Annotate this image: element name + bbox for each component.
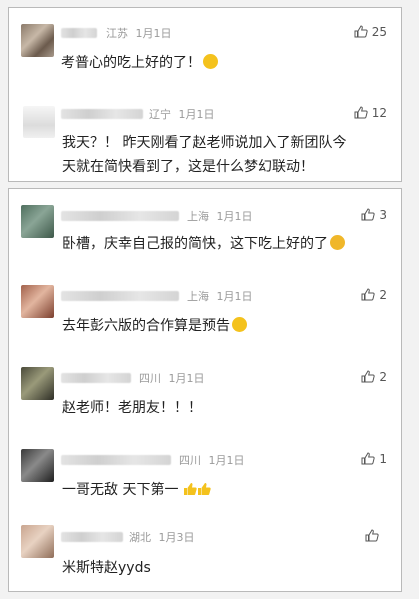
date: 1月1日 (168, 372, 205, 385)
thumbs-up-outline-icon (354, 25, 368, 38)
avatar[interactable] (21, 367, 54, 400)
like-count: 12 (371, 106, 387, 120)
like-button[interactable]: 1 (361, 452, 387, 466)
smirking-emoji-icon (232, 317, 247, 332)
thumbs-up-outline-icon (361, 370, 376, 383)
comment-meta: 上海 1月1日 (187, 288, 253, 304)
avatar[interactable] (21, 205, 54, 238)
comment-text: 赵老师！老朋友！！！ (62, 400, 202, 416)
comment-text: 去年彭六版的合作算是预告 (62, 315, 247, 335)
date: 1月1日 (208, 454, 245, 467)
avatar[interactable] (21, 449, 54, 482)
comment-item: 江苏 1月1日 25 考普心的吃上好的了！ (9, 8, 401, 88)
comment-item: 湖北 1月3日 米斯特赵yyds (9, 517, 401, 593)
date: 1月1日 (216, 290, 253, 303)
comment-item: 上海 1月1日 3 卧槽，庆幸自己报的简快，这下吃上好的了 (9, 189, 401, 271)
like-button[interactable]: 3 (361, 208, 387, 222)
avatar[interactable] (21, 285, 54, 318)
location: 辽宁 (149, 108, 171, 121)
comment-text-line: 我天？！ 昨天刚看了赵老师说加入了新团队今 (62, 135, 347, 151)
username[interactable] (61, 291, 179, 301)
date: 1月3日 (158, 531, 195, 544)
username[interactable] (61, 373, 131, 383)
username[interactable] (61, 455, 171, 465)
username[interactable] (61, 211, 179, 221)
comment-panel-top: 江苏 1月1日 25 考普心的吃上好的了！ 辽宁 1月1日 12 我天？！ 昨天… (8, 7, 402, 182)
comment-item: 上海 1月1日 2 去年彭六版的合作算是预告 (9, 271, 401, 353)
date: 1月1日 (178, 108, 215, 121)
thumbs-up-emoji-icon (183, 483, 197, 495)
avatar[interactable] (21, 525, 54, 558)
like-button[interactable]: 12 (354, 106, 387, 120)
like-button[interactable]: 2 (361, 288, 387, 302)
comment-item: 四川 1月1日 2 赵老师！老朋友！！！ (9, 353, 401, 435)
thumbs-up-emoji-icon (197, 483, 211, 495)
location: 四川 (179, 454, 201, 467)
like-button[interactable]: 2 (361, 370, 387, 384)
like-count: 3 (379, 208, 387, 222)
location: 江苏 (106, 27, 128, 40)
thumbs-up-outline-icon (361, 452, 376, 465)
comment-meta: 上海 1月1日 (187, 208, 253, 224)
like-count: 2 (379, 288, 387, 302)
thumbs-up-outline-icon (361, 288, 376, 301)
like-count: 25 (371, 25, 387, 39)
date: 1月1日 (135, 27, 172, 40)
comment-item: 辽宁 1月1日 12 我天？！ 昨天刚看了赵老师说加入了新团队今 天就在简快看到… (9, 88, 401, 183)
comment-text: 米斯特赵yyds (62, 560, 151, 576)
grinning-cat-emoji-icon (330, 235, 345, 250)
comment-meta: 湖北 1月3日 (129, 529, 195, 545)
comment-panel-bottom: 上海 1月1日 3 卧槽，庆幸自己报的简快，这下吃上好的了 上海 1月1日 2 … (8, 188, 402, 592)
username[interactable] (61, 532, 123, 542)
comment-meta: 江苏 1月1日 (106, 25, 172, 41)
location: 湖北 (129, 531, 151, 544)
comment-meta: 四川 1月1日 (139, 370, 205, 386)
comment-text: 考普心的吃上好的了！ (61, 52, 218, 72)
location: 上海 (187, 290, 209, 303)
thumbs-up-outline-icon (354, 106, 368, 119)
like-count: 2 (379, 370, 387, 384)
avatar[interactable] (21, 24, 54, 57)
avatar[interactable] (23, 106, 55, 138)
comment-meta: 辽宁 1月1日 (149, 106, 215, 122)
comment-text: 一哥无敌 天下第一 (62, 479, 211, 499)
comment-meta: 四川 1月1日 (179, 452, 245, 468)
username[interactable] (61, 109, 143, 119)
comment-item: 四川 1月1日 1 一哥无敌 天下第一 (9, 435, 401, 517)
thumbs-up-outline-icon (361, 208, 376, 221)
like-count: 1 (379, 452, 387, 466)
location: 上海 (187, 210, 209, 223)
like-button[interactable]: 25 (354, 25, 387, 39)
thumbs-up-outline-icon (365, 529, 379, 542)
date: 1月1日 (216, 210, 253, 223)
comment-text-line: 天就在简快看到了，这是什么梦幻联动！ (62, 159, 314, 175)
username[interactable] (61, 28, 97, 38)
like-button[interactable] (365, 529, 383, 543)
laughing-crying-emoji-icon (203, 54, 218, 69)
comment-text: 卧槽，庆幸自己报的简快，这下吃上好的了 (62, 233, 345, 253)
location: 四川 (139, 372, 161, 385)
